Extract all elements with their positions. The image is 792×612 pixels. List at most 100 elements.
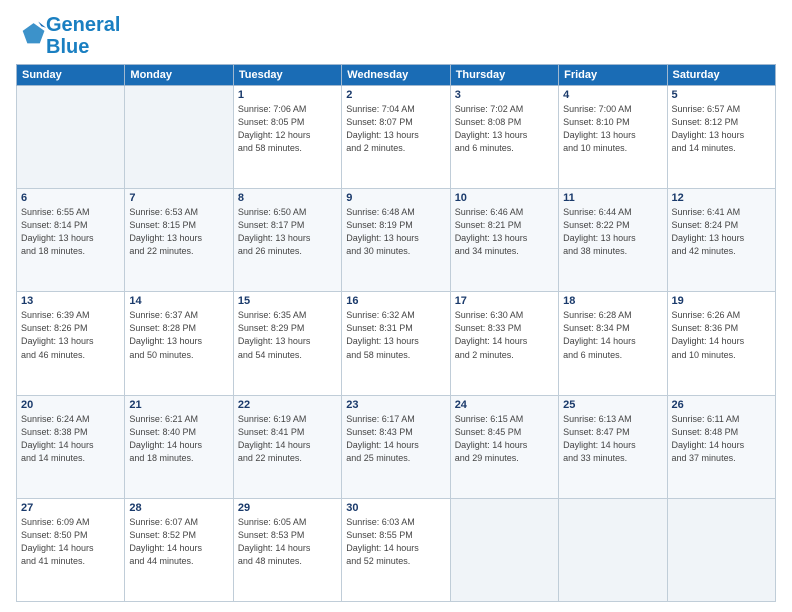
calendar-cell [667,498,775,601]
weekday-header-tuesday: Tuesday [233,65,341,86]
day-info: Sunrise: 7:06 AM Sunset: 8:05 PM Dayligh… [238,103,337,155]
day-number: 28 [129,502,228,514]
page: GeneralBlue SundayMondayTuesdayWednesday… [0,0,792,612]
calendar-cell: 10Sunrise: 6:46 AM Sunset: 8:21 PM Dayli… [450,189,558,292]
calendar-cell [559,498,667,601]
day-number: 6 [21,192,120,204]
day-info: Sunrise: 6:30 AM Sunset: 8:33 PM Dayligh… [455,309,554,361]
weekday-header-thursday: Thursday [450,65,558,86]
logo: GeneralBlue [16,14,120,58]
weekday-header-monday: Monday [125,65,233,86]
calendar-cell: 20Sunrise: 6:24 AM Sunset: 8:38 PM Dayli… [17,395,125,498]
day-number: 12 [672,192,771,204]
day-number: 27 [21,502,120,514]
day-number: 22 [238,399,337,411]
day-info: Sunrise: 6:37 AM Sunset: 8:28 PM Dayligh… [129,309,228,361]
day-info: Sunrise: 6:11 AM Sunset: 8:48 PM Dayligh… [672,413,771,465]
day-number: 17 [455,295,554,307]
calendar-cell: 29 Sunrise: 6:05 AM Sunset: 8:53 PM Dayli… [233,498,341,601]
day-info: Sunrise: 6:44 AM Sunset: 8:22 PM Dayligh… [563,206,662,258]
logo-icon [18,20,46,48]
day-number: 3 [455,89,554,101]
day-info: Sunrise: 6:28 AM Sunset: 8:34 PM Dayligh… [563,309,662,361]
week-row-2: 13Sunrise: 6:39 AM Sunset: 8:26 PM Dayli… [17,292,776,395]
day-info: Sunrise: 6:50 AM Sunset: 8:17 PM Dayligh… [238,206,337,258]
day-info: Sunrise: 6:39 AM Sunset: 8:26 PM Dayligh… [21,309,120,361]
calendar-cell: 26 Sunrise: 6:11 AM Sunset: 8:48 PM Dayli… [667,395,775,498]
day-number: 9 [346,192,445,204]
day-info: Sunrise: 6:13 AM Sunset: 8:47 PM Dayligh… [563,413,662,465]
day-number: 14 [129,295,228,307]
day-info: Sunrise: 6:26 AM Sunset: 8:36 PM Dayligh… [672,309,771,361]
calendar-cell: 22 Sunrise: 6:19 AM Sunset: 8:41 PM Dayli… [233,395,341,498]
calendar-cell: 12 Sunrise: 6:41 AM Sunset: 8:24 PM Dayli… [667,189,775,292]
calendar-cell: 1 Sunrise: 7:06 AM Sunset: 8:05 PM Daylig… [233,86,341,189]
day-number: 8 [238,192,337,204]
weekday-header-friday: Friday [559,65,667,86]
calendar-cell: 27 Sunrise: 6:09 AM Sunset: 8:50 PM Dayli… [17,498,125,601]
calendar-cell: 4 Sunrise: 7:00 AM Sunset: 8:10 PM Daylig… [559,86,667,189]
day-info: Sunrise: 7:00 AM Sunset: 8:10 PM Dayligh… [563,103,662,155]
day-info: Sunrise: 6:19 AM Sunset: 8:41 PM Dayligh… [238,413,337,465]
day-number: 19 [672,295,771,307]
day-info: Sunrise: 6:03 AM Sunset: 8:55 PM Dayligh… [346,516,445,568]
calendar-cell: 5 Sunrise: 6:57 AM Sunset: 8:12 PM Daylig… [667,86,775,189]
calendar-cell [17,86,125,189]
calendar-cell: 21 Sunrise: 6:21 AM Sunset: 8:40 PM Dayli… [125,395,233,498]
day-info: Sunrise: 6:21 AM Sunset: 8:40 PM Dayligh… [129,413,228,465]
calendar-cell: 17 Sunrise: 6:30 AM Sunset: 8:33 PM Dayli… [450,292,558,395]
day-number: 15 [238,295,337,307]
day-number: 29 [238,502,337,514]
day-number: 26 [672,399,771,411]
day-number: 2 [346,89,445,101]
day-info: Sunrise: 6:05 AM Sunset: 8:53 PM Dayligh… [238,516,337,568]
week-row-1: 6 Sunrise: 6:55 AM Sunset: 8:14 PM Daylig… [17,189,776,292]
weekday-header-saturday: Saturday [667,65,775,86]
calendar-cell: 13Sunrise: 6:39 AM Sunset: 8:26 PM Dayli… [17,292,125,395]
day-info: Sunrise: 6:53 AM Sunset: 8:15 PM Dayligh… [129,206,228,258]
day-number: 7 [129,192,228,204]
calendar-cell: 14 Sunrise: 6:37 AM Sunset: 8:28 PM Dayli… [125,292,233,395]
day-number: 5 [672,89,771,101]
day-info: Sunrise: 7:04 AM Sunset: 8:07 PM Dayligh… [346,103,445,155]
calendar-cell: 7 Sunrise: 6:53 AM Sunset: 8:15 PM Daylig… [125,189,233,292]
calendar-cell: 19 Sunrise: 6:26 AM Sunset: 8:36 PM Dayli… [667,292,775,395]
weekday-header-row: SundayMondayTuesdayWednesdayThursdayFrid… [17,65,776,86]
calendar-cell: 3Sunrise: 7:02 AM Sunset: 8:08 PM Daylig… [450,86,558,189]
day-number: 21 [129,399,228,411]
day-number: 4 [563,89,662,101]
day-number: 18 [563,295,662,307]
calendar-cell: 8 Sunrise: 6:50 AM Sunset: 8:17 PM Daylig… [233,189,341,292]
week-row-0: 1 Sunrise: 7:06 AM Sunset: 8:05 PM Daylig… [17,86,776,189]
calendar-cell: 28 Sunrise: 6:07 AM Sunset: 8:52 PM Dayli… [125,498,233,601]
day-number: 20 [21,399,120,411]
day-number: 30 [346,502,445,514]
day-info: Sunrise: 6:57 AM Sunset: 8:12 PM Dayligh… [672,103,771,155]
calendar-cell: 24 Sunrise: 6:15 AM Sunset: 8:45 PM Dayli… [450,395,558,498]
header: GeneralBlue [16,10,776,58]
calendar-cell [125,86,233,189]
weekday-header-sunday: Sunday [17,65,125,86]
day-info: Sunrise: 6:32 AM Sunset: 8:31 PM Dayligh… [346,309,445,361]
calendar-cell: 6 Sunrise: 6:55 AM Sunset: 8:14 PM Daylig… [17,189,125,292]
calendar-table: SundayMondayTuesdayWednesdayThursdayFrid… [16,64,776,602]
calendar-cell: 23Sunrise: 6:17 AM Sunset: 8:43 PM Dayli… [342,395,450,498]
day-number: 24 [455,399,554,411]
day-info: Sunrise: 6:09 AM Sunset: 8:50 PM Dayligh… [21,516,120,568]
day-number: 25 [563,399,662,411]
day-number: 16 [346,295,445,307]
week-row-4: 27 Sunrise: 6:09 AM Sunset: 8:50 PM Dayli… [17,498,776,601]
day-info: Sunrise: 6:35 AM Sunset: 8:29 PM Dayligh… [238,309,337,361]
day-info: Sunrise: 6:55 AM Sunset: 8:14 PM Dayligh… [21,206,120,258]
calendar-cell: 2 Sunrise: 7:04 AM Sunset: 8:07 PM Daylig… [342,86,450,189]
day-info: Sunrise: 6:15 AM Sunset: 8:45 PM Dayligh… [455,413,554,465]
calendar-cell: 18 Sunrise: 6:28 AM Sunset: 8:34 PM Dayli… [559,292,667,395]
day-number: 11 [563,192,662,204]
day-number: 23 [346,399,445,411]
logo-text: GeneralBlue [46,14,120,58]
day-number: 1 [238,89,337,101]
day-info: Sunrise: 6:07 AM Sunset: 8:52 PM Dayligh… [129,516,228,568]
day-info: Sunrise: 6:41 AM Sunset: 8:24 PM Dayligh… [672,206,771,258]
day-info: Sunrise: 6:48 AM Sunset: 8:19 PM Dayligh… [346,206,445,258]
calendar-cell: 9 Sunrise: 6:48 AM Sunset: 8:19 PM Daylig… [342,189,450,292]
